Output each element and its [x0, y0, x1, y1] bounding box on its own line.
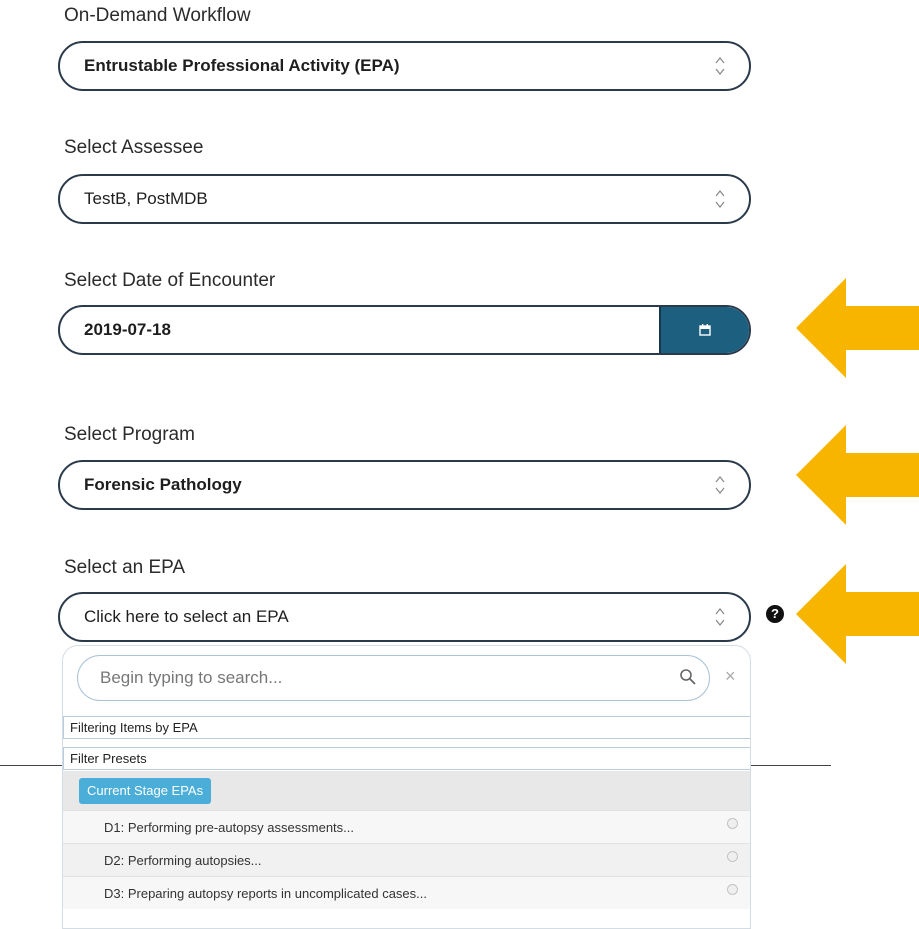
- epa-dropdown: Begin typing to search... × Filtering It…: [62, 645, 751, 929]
- epa-placeholder: Click here to select an EPA: [84, 607, 289, 626]
- assessee-value: TestB, PostMDB: [84, 189, 208, 208]
- radio-button[interactable]: [727, 884, 738, 895]
- filter-heading: Filtering Items by EPA: [63, 716, 750, 739]
- workflow-label: On-Demand Workflow: [64, 5, 251, 26]
- assessee-label: Select Assessee: [64, 137, 204, 158]
- preset-chip-current-stage[interactable]: Current Stage EPAs: [79, 778, 212, 804]
- arrow-left-icon: [796, 278, 919, 378]
- list-item[interactable]: D1: Performing pre-autopsy assessments..…: [63, 810, 750, 843]
- list-item-label: D1: Performing pre-autopsy assessments..…: [104, 820, 354, 835]
- help-icon[interactable]: ?: [766, 605, 784, 623]
- radio-button[interactable]: [727, 818, 738, 829]
- calendar-icon: [699, 324, 711, 336]
- program-label: Select Program: [64, 424, 195, 445]
- presets-heading: Filter Presets: [63, 747, 750, 770]
- date-field: 2019-07-18: [58, 305, 751, 355]
- calendar-button[interactable]: [659, 307, 749, 353]
- arrow-left-icon: [796, 425, 919, 525]
- workflow-value: Entrustable Professional Activity (EPA): [84, 56, 400, 75]
- list-item[interactable]: D2: Performing autopsies...: [63, 843, 750, 876]
- list-item-label: D2: Performing autopsies...: [104, 853, 262, 868]
- radio-button[interactable]: [727, 851, 738, 862]
- list-item[interactable]: D3: Preparing autopsy reports in uncompl…: [63, 876, 750, 909]
- workflow-select[interactable]: Entrustable Professional Activity (EPA): [58, 41, 751, 91]
- chevron-updown-icon: [715, 57, 725, 75]
- arrow-left-icon: [796, 564, 919, 664]
- search-icon[interactable]: [679, 668, 697, 686]
- search-input[interactable]: Begin typing to search...: [77, 655, 710, 701]
- date-label: Select Date of Encounter: [64, 270, 276, 291]
- list-item-label: D3: Preparing autopsy reports in uncompl…: [104, 886, 428, 901]
- assessee-select[interactable]: TestB, PostMDB: [58, 174, 751, 224]
- search-placeholder: Begin typing to search...: [100, 668, 283, 687]
- date-value: 2019-07-18: [84, 320, 171, 339]
- close-icon[interactable]: ×: [725, 666, 736, 687]
- date-input[interactable]: 2019-07-18: [60, 307, 659, 353]
- chevron-updown-icon: [715, 608, 725, 626]
- program-value: Forensic Pathology: [84, 475, 242, 494]
- program-select[interactable]: Forensic Pathology: [58, 460, 751, 510]
- epa-select[interactable]: Click here to select an EPA: [58, 592, 751, 642]
- chevron-updown-icon: [715, 476, 725, 494]
- chevron-updown-icon: [715, 190, 725, 208]
- presets-row: Current Stage EPAs: [63, 771, 750, 810]
- epa-label: Select an EPA: [64, 557, 186, 578]
